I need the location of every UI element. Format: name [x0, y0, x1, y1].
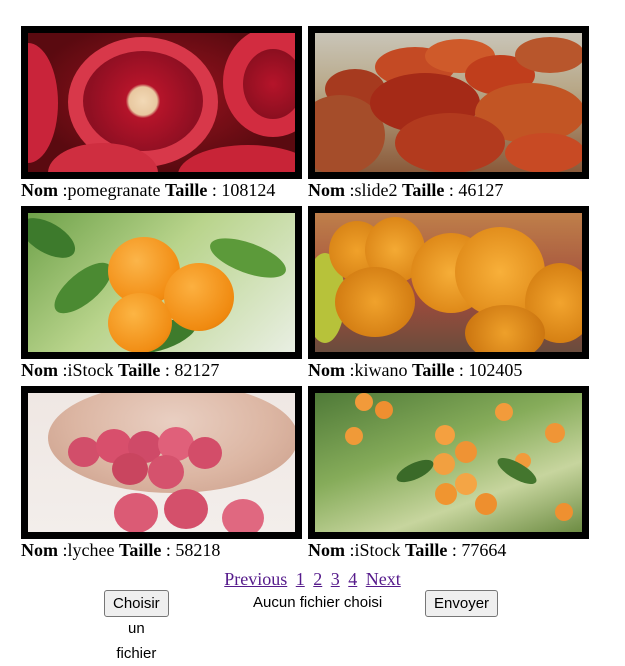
image-name: iStock [67, 360, 114, 380]
next-link[interactable]: Next [366, 569, 401, 589]
size-label: Taille [118, 360, 161, 380]
page-link-1[interactable]: 1 [296, 569, 305, 589]
size-label: Taille [118, 540, 162, 560]
name-label: Nom [21, 360, 58, 380]
image-frame[interactable] [308, 206, 589, 359]
image-frame[interactable] [21, 26, 302, 179]
image-frame[interactable] [308, 26, 589, 179]
jujube-photo [315, 33, 582, 172]
no-file-chosen-text: Aucun fichier choisi [253, 594, 383, 611]
kiwano-photo [315, 213, 582, 352]
image-caption: Nom :slide2 Taille : 46127 [308, 180, 504, 200]
name-label: Nom [21, 540, 58, 560]
orange-tree-photo [28, 213, 295, 352]
image-frame[interactable] [308, 386, 589, 539]
page-link-3[interactable]: 3 [331, 569, 340, 589]
size-label: Taille [164, 180, 208, 200]
image-caption: Nom :iStock Taille : 82127 [21, 360, 220, 380]
image-caption: Nom :iStock Taille : 77664 [308, 540, 507, 560]
size-label: Taille [405, 540, 448, 560]
name-label: Nom [308, 360, 345, 380]
image-caption: Nom :lychee Taille : 58218 [21, 540, 221, 560]
image-size: 108124 [221, 180, 276, 200]
name-label: Nom [308, 540, 345, 560]
choose-file-button[interactable]: Choisir un fichier [104, 590, 169, 662]
lychee-photo [28, 393, 295, 532]
image-name: lychee [67, 540, 115, 560]
image-name: slide2 [354, 180, 398, 200]
apricot-tree-photo [315, 393, 582, 532]
image-name: iStock [354, 540, 401, 560]
image-size: 58218 [175, 540, 221, 560]
image-size: 46127 [458, 180, 504, 200]
image-name: pomegranate [67, 180, 161, 200]
page-link-2[interactable]: 2 [313, 569, 322, 589]
image-gallery: Nom :pomegranate Taille : 108124 Nom :sl… [0, 0, 625, 660]
image-name: kiwano [354, 360, 408, 380]
image-size: 77664 [461, 540, 507, 560]
image-caption: Nom :kiwano Taille : 102405 [308, 360, 523, 380]
size-label: Taille [412, 360, 455, 380]
image-frame[interactable] [21, 206, 302, 359]
submit-button[interactable]: Envoyer [425, 590, 499, 617]
image-caption: Nom :pomegranate Taille : 108124 [21, 180, 276, 200]
image-size: 102405 [468, 360, 523, 380]
image-size: 82127 [174, 360, 220, 380]
name-label: Nom [308, 180, 345, 200]
size-label: Taille [402, 180, 445, 200]
previous-link[interactable]: Previous [224, 569, 287, 589]
page-link-4[interactable]: 4 [348, 569, 357, 589]
pagination: Previous 1 2 3 4 Next [0, 568, 625, 590]
name-label: Nom [21, 180, 58, 200]
pomegranate-photo [28, 33, 295, 172]
image-frame[interactable] [21, 386, 302, 539]
